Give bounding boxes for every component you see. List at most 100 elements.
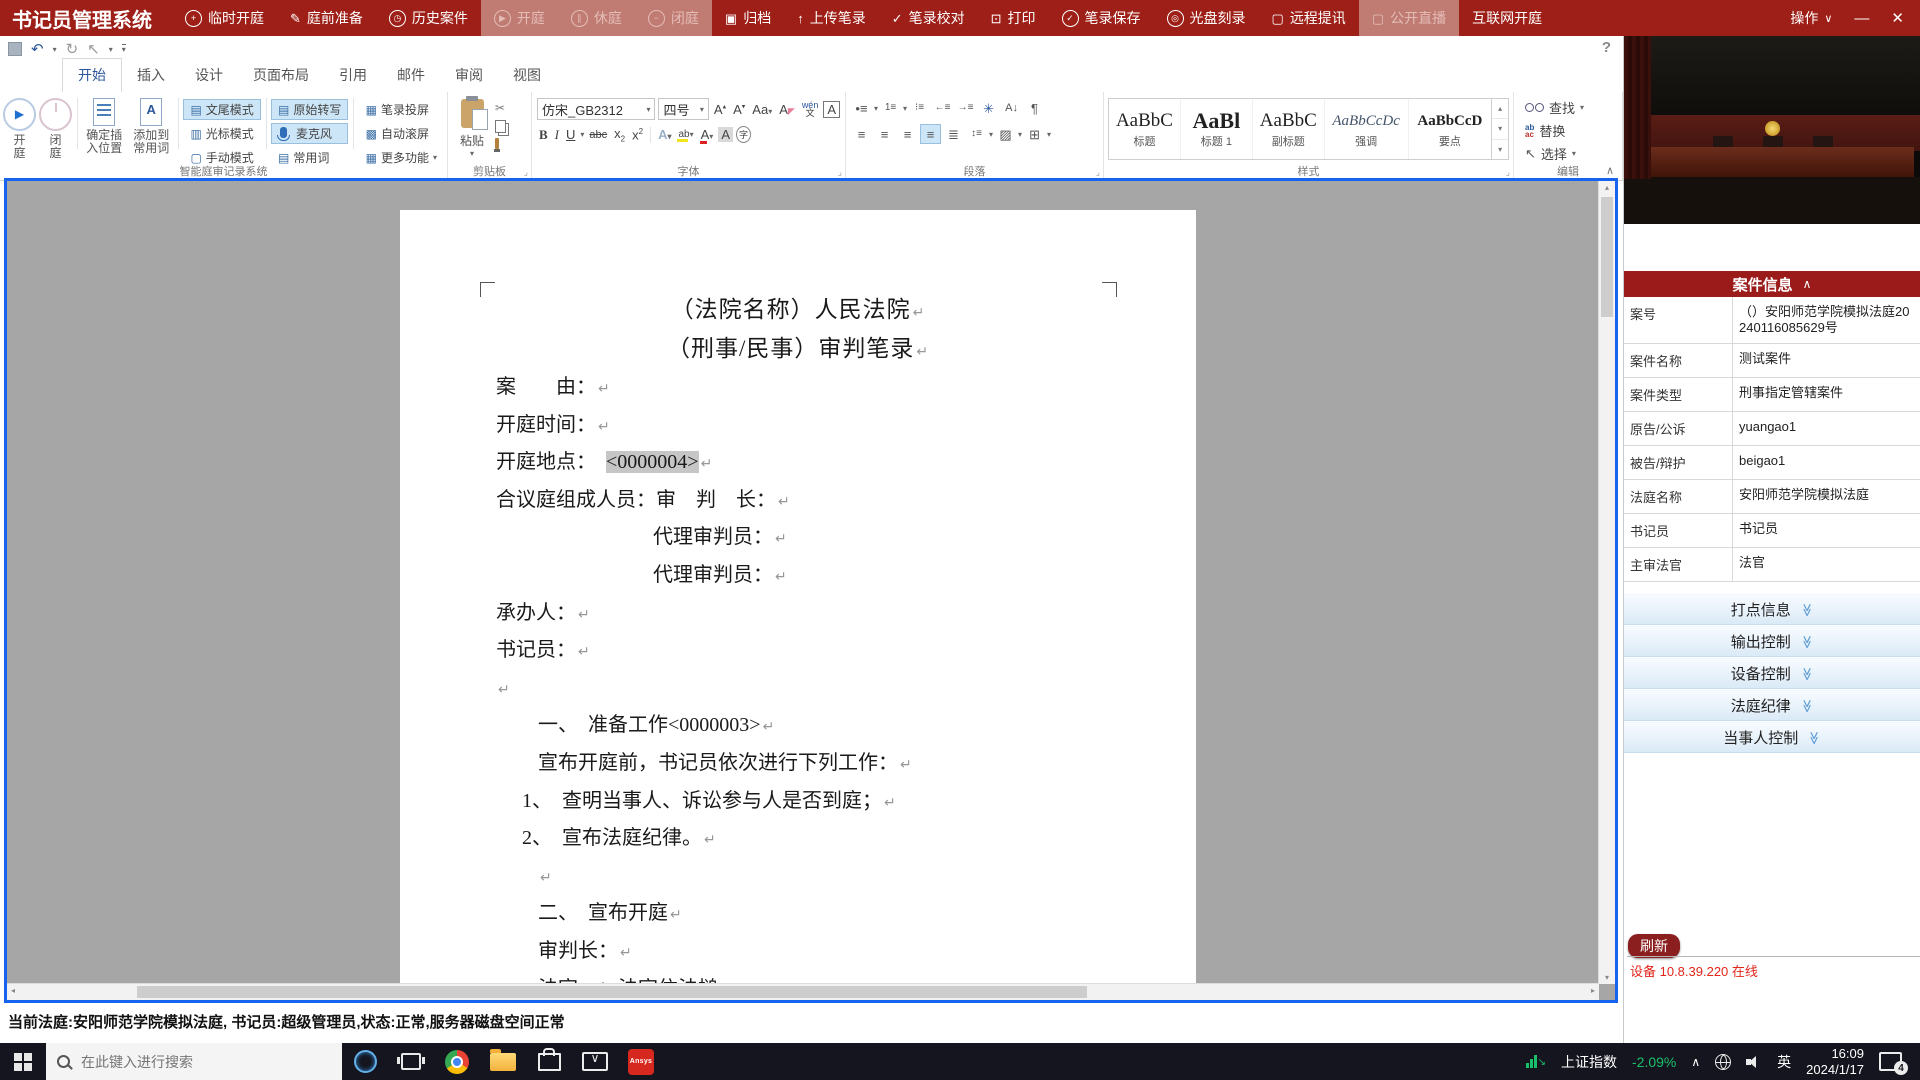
toggle-autoscroll[interactable]: ▩ 自动滚屏 [359,123,444,144]
select-button[interactable]: ↖ 选择 ▾ [1517,140,1619,163]
chevron-down-icon[interactable]: ▾ [1047,130,1051,139]
toggle-microphone[interactable]: 麦克风 [271,123,348,144]
tab-view[interactable]: 视图 [498,59,556,92]
venue-placeholder-highlight[interactable]: <0000004> [606,451,699,473]
tab-home[interactable]: 开始 [62,58,122,92]
input-language-indicator[interactable]: 英 [1777,1052,1791,1072]
tab-design[interactable]: 设计 [180,59,238,92]
horizontal-scrollbar[interactable]: ◂ ▸ [7,983,1599,1000]
decrease-indent-icon[interactable]: ←≡ [932,98,953,118]
tab-insert[interactable]: 插入 [122,59,180,92]
line-spacing-icon[interactable]: ↕≡ [966,124,987,144]
grow-font-icon[interactable]: A▴ [712,102,728,117]
asian-layout-icon[interactable]: ✳ [978,98,999,118]
subscript-icon[interactable]: x2 [612,126,627,144]
toggle-raw-transcribe[interactable]: ▤ 原始转写 [271,99,348,120]
search-input[interactable] [79,1053,303,1071]
borders-icon[interactable]: ⊞ [1024,124,1045,144]
select-tool-dropdown-icon[interactable]: ▾ [109,45,113,54]
horizontal-scroll-thumb[interactable] [137,986,1087,998]
section-device-control[interactable]: 设备控制 ≫ [1624,658,1920,689]
scroll-right-icon[interactable]: ▸ [1591,986,1595,995]
speaker-icon[interactable] [1746,1055,1762,1069]
notification-center-icon[interactable]: 4 [1879,1052,1902,1071]
underline-icon[interactable]: U [564,127,577,142]
dialog-launcher-icon[interactable]: ⌟ [838,167,842,178]
tab-references[interactable]: 引用 [324,59,382,92]
menu-upload-transcript[interactable]: ↑ 上传笔录 [784,0,879,36]
confirm-insert-position-button[interactable]: 确定插入位置 [82,94,126,165]
change-case-icon[interactable]: Aa▾ [750,102,774,117]
chevron-down-icon[interactable]: ▾ [580,130,584,139]
chevron-down-icon[interactable]: ▾ [903,104,907,113]
show-paragraph-marks-icon[interactable]: ¶ [1024,98,1045,118]
section-court-discipline[interactable]: 法庭纪律 ≫ [1624,690,1920,721]
style-keypoint[interactable]: AaBbCcD 要点 [1409,99,1492,159]
strikethrough-icon[interactable]: abc [587,129,609,141]
align-right-icon[interactable]: ≡ [897,124,918,144]
highlight-color-icon[interactable]: ab▾ [676,129,695,140]
find-button[interactable]: 查找 ▾ [1517,94,1619,117]
chevron-down-icon[interactable]: ▾ [874,104,878,113]
scroll-left-icon[interactable]: ◂ [11,986,15,995]
taskbar-search[interactable] [46,1043,342,1080]
menu-transcript-save[interactable]: ✓ 笔录保存 [1049,0,1154,36]
help-icon[interactable]: ? [1602,39,1611,56]
document-page[interactable]: （法院名称）人民法院↵ （刑事/民事）审判笔录↵ 案 由：↵ 开庭时间：↵ 开庭… [400,210,1196,990]
justify-icon[interactable]: ≡ [920,124,941,144]
style-heading1[interactable]: AaBl 标题 1 [1181,99,1253,159]
enclose-character-icon[interactable]: 字 [736,126,751,143]
section-marker-info[interactable]: 打点信息 ≫ [1624,594,1920,625]
section-output-control[interactable]: 输出控制 ≫ [1624,626,1920,657]
style-emphasis[interactable]: AaBbCcDc 强调 [1325,99,1409,159]
menu-transcript-proofread[interactable]: ✓ 笔录校对 [879,0,978,36]
align-left-icon[interactable]: ≡ [851,124,872,144]
shrink-font-icon[interactable]: A▾ [731,102,747,117]
close-court-button[interactable]: 闭庭 [39,94,72,165]
menu-internet-court[interactable]: 互联网开庭 [1459,0,1555,36]
tab-review[interactable]: 审阅 [440,59,498,92]
paste-button[interactable]: 粘贴 ▾ [451,94,493,165]
text-effects-icon[interactable]: A▾ [656,127,673,142]
refresh-button[interactable]: 刷新 [1628,934,1680,958]
gallery-expand-icon[interactable]: ▾ [1492,140,1508,159]
collapse-ribbon-icon[interactable]: ∧ [1606,164,1614,177]
dialog-launcher-icon[interactable]: ⌟ [1096,167,1100,178]
superscript-icon[interactable]: x2 [630,127,645,142]
style-subtitle[interactable]: AaBbC 副标题 [1253,99,1325,159]
undo-dropdown-icon[interactable]: ▾ [53,45,57,54]
select-tool-icon[interactable]: ↖ [87,40,100,58]
operate-dropdown[interactable]: 操作 ∨ [1790,8,1832,28]
cortana-button[interactable] [342,1043,388,1080]
menu-print[interactable]: ⊡ 打印 [978,0,1049,36]
taskbar-app-explorer[interactable] [480,1043,526,1080]
tab-page-layout[interactable]: 页面布局 [238,59,324,92]
minimize-button[interactable]: — [1854,10,1869,27]
dialog-launcher-icon[interactable]: ⌟ [524,167,528,178]
chevron-down-icon[interactable]: ▾ [989,130,993,139]
copy-icon[interactable] [495,120,506,133]
section-party-control[interactable]: 当事人控制 ≫ [1624,722,1920,753]
toggle-cursor-mode[interactable]: ▥ 光标模式 [183,123,260,144]
document-text[interactable]: （法院名称）人民法院↵ （刑事/民事）审判笔录↵ 案 由：↵ 开庭时间：↵ 开庭… [400,292,1196,1003]
open-court-button[interactable]: ▶ 开庭 [3,94,36,165]
chevron-down-icon[interactable]: ▾ [1018,130,1022,139]
tab-mailings[interactable]: 邮件 [382,59,440,92]
font-size-select[interactable]: 四号 ▾ [658,98,708,120]
format-painter-icon[interactable] [495,138,499,149]
numbered-list-icon[interactable]: 1≡ [880,98,901,118]
courtroom-video-feed[interactable] [1624,36,1920,224]
scroll-up-icon[interactable]: ▴ [1599,183,1615,192]
save-icon[interactable] [8,42,22,56]
menu-pretrial-prep[interactable]: ✎ 庭前准备 [277,0,376,36]
qat-customize-icon[interactable]: ▾ [122,44,126,54]
sort-icon[interactable]: A↓ [1001,98,1022,118]
taskbar-app-ansys[interactable]: Ansys [618,1043,664,1080]
tray-expand-icon[interactable]: ∧ [1691,1055,1700,1069]
vertical-scroll-thumb[interactable] [1601,197,1613,317]
font-name-select[interactable]: 仿宋_GB2312 ▾ [537,98,655,120]
gallery-up-icon[interactable]: ▴ [1492,99,1508,119]
font-color-icon[interactable]: A▾ [699,127,716,142]
styles-gallery-scrollbar[interactable]: ▴ ▾ ▾ [1491,99,1508,159]
character-shading-icon[interactable]: A [718,127,733,142]
